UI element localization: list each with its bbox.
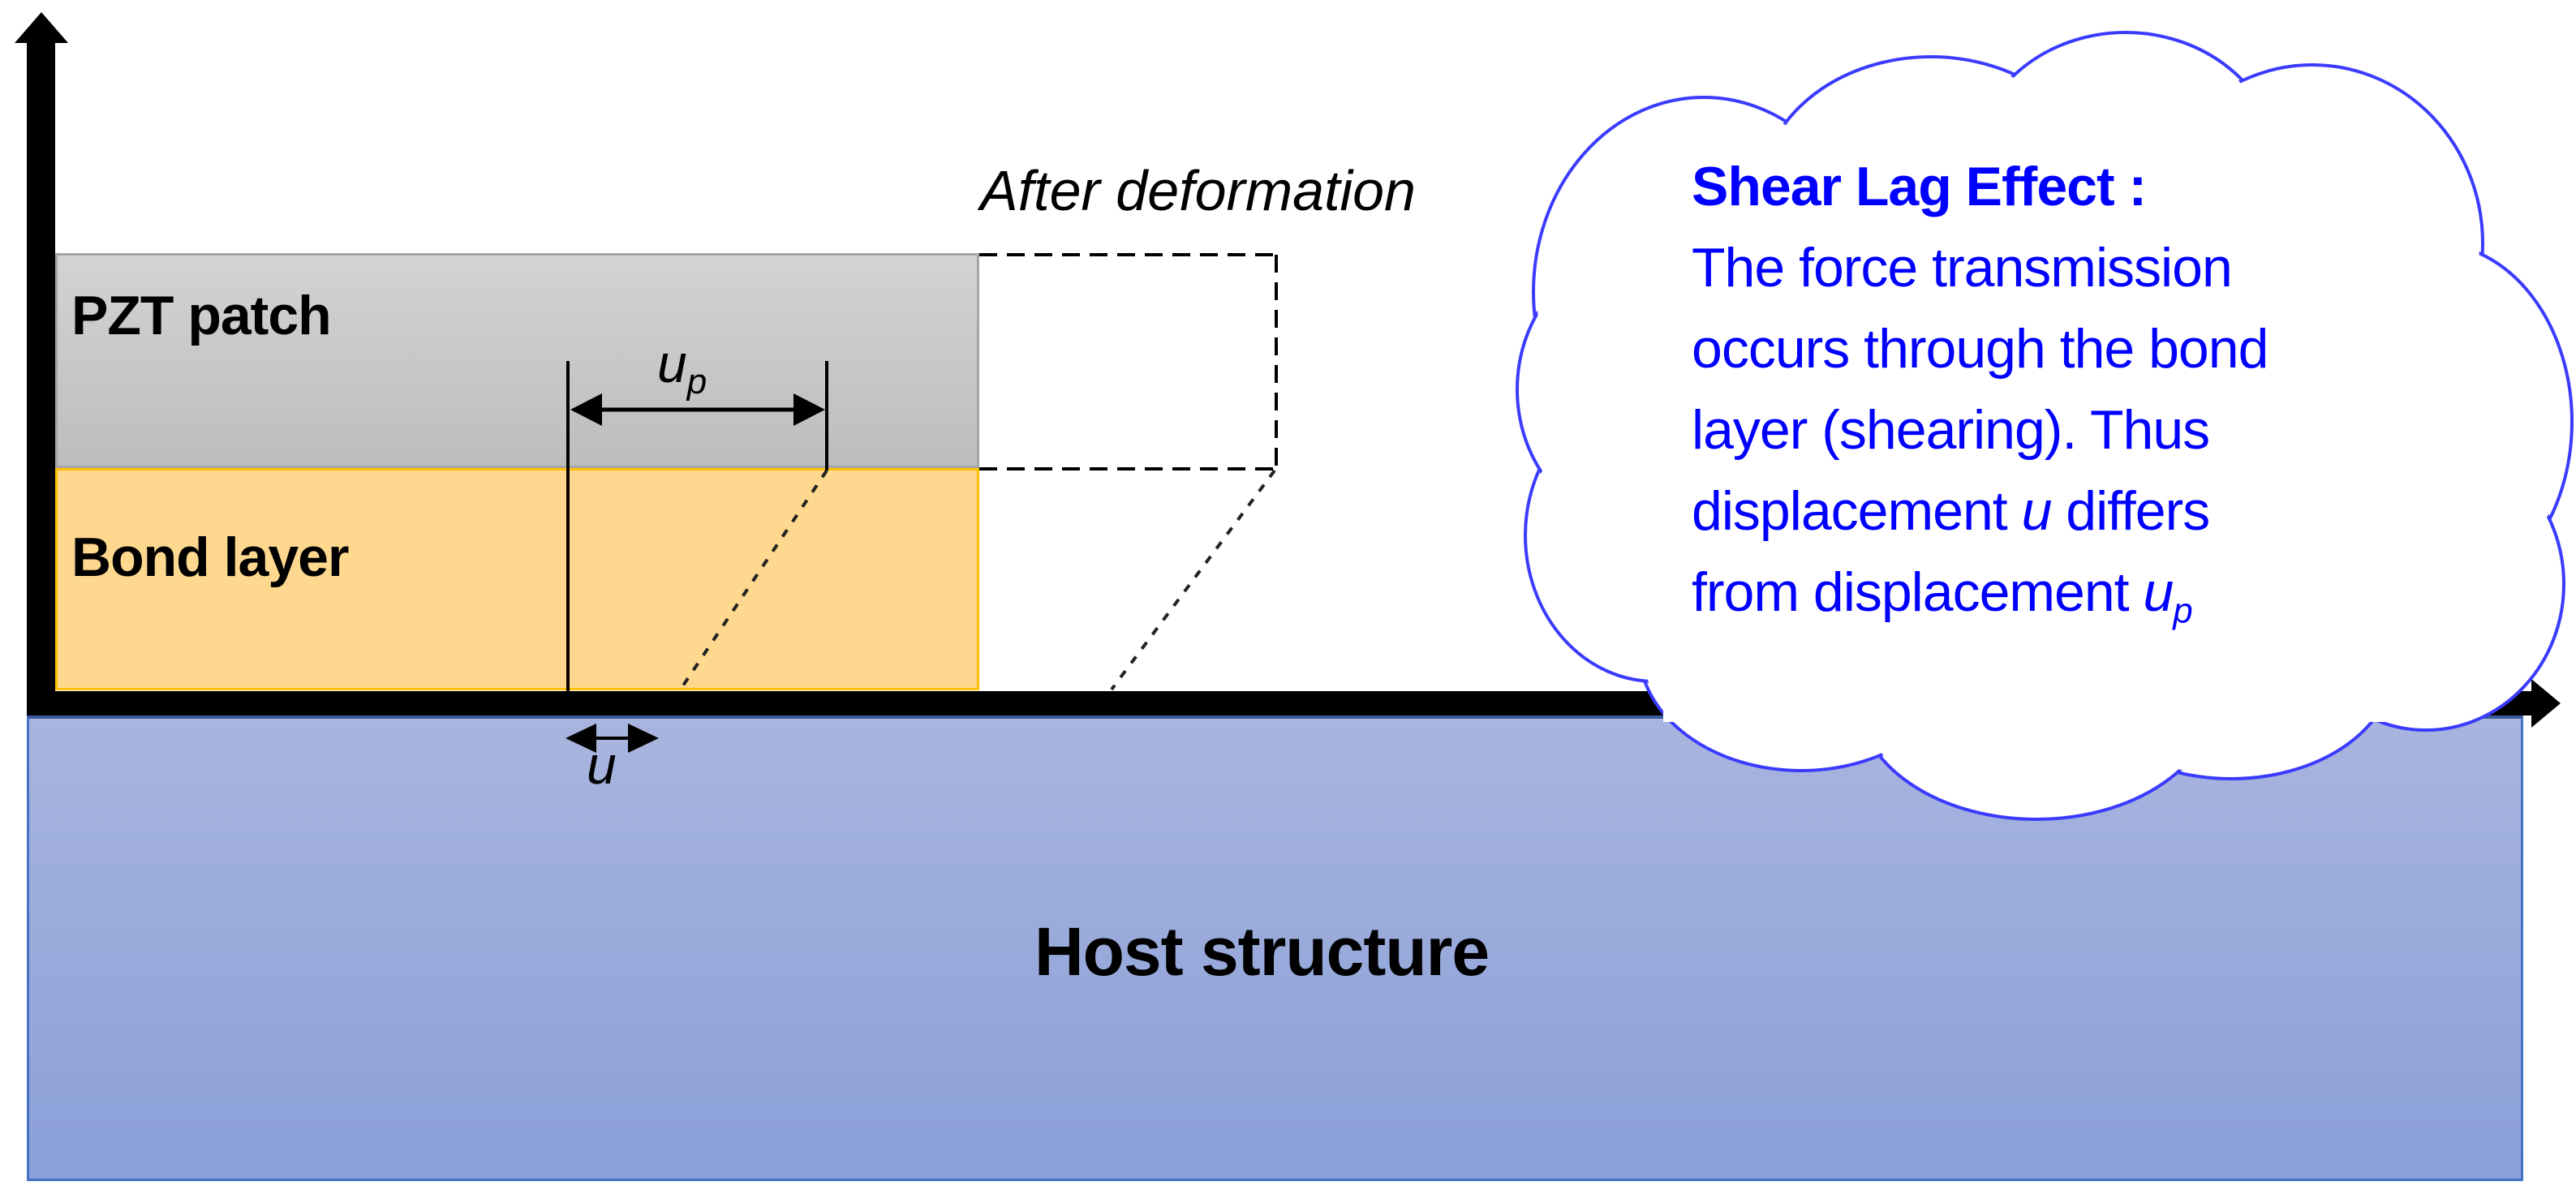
callout-line: layer (shearing). Thus <box>1692 399 2210 461</box>
deformed-patch-outline <box>979 253 1278 470</box>
callout-line: occurs through the bond <box>1692 318 2269 380</box>
callout-text: from displacement <box>1692 561 2144 623</box>
callout-title: Shear Lag Effect : <box>1692 156 2147 217</box>
up-right-arrowhead-icon <box>793 393 825 426</box>
u-right-arrowhead-icon <box>628 724 659 753</box>
callout-var-subscript: p <box>2173 591 2193 631</box>
u-label: u <box>587 735 617 795</box>
up-label-subscript: p <box>686 362 707 402</box>
callout-text: differs <box>2051 480 2210 542</box>
up-left-arrowhead-icon <box>570 393 602 426</box>
up-label: up <box>657 333 707 402</box>
callout-var-u: u <box>2021 480 2053 542</box>
bond-shear-line <box>680 469 828 690</box>
callout-line: displacement u differs <box>1692 470 2462 552</box>
callout-text: displacement <box>1692 480 2022 542</box>
callout-var-up: u <box>2143 561 2174 623</box>
deformed-shear-line <box>1110 469 1276 691</box>
callout-line: The force transmission <box>1692 237 2233 299</box>
callout-line: from displacement up <box>1692 552 2462 652</box>
up-label-base: u <box>657 333 687 393</box>
shear-lag-callout: Shear Lag Effect : The force transmissio… <box>1692 146 2462 652</box>
